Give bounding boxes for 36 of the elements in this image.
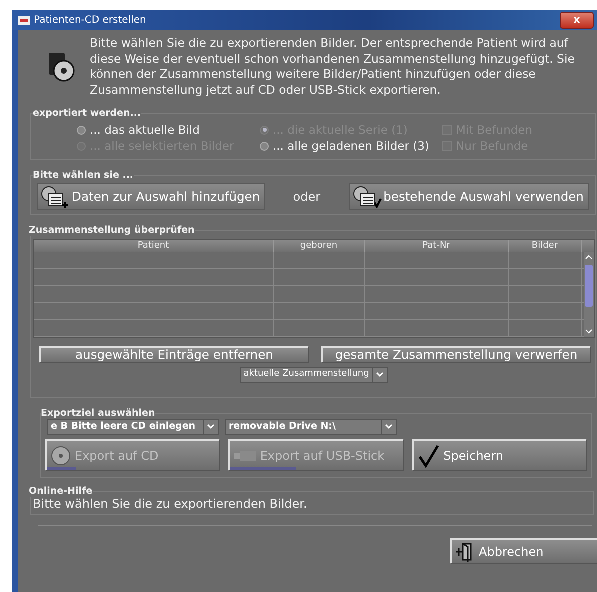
remove-entries-button[interactable]: ausgewählte Einträge entfernen	[39, 346, 309, 363]
group-title: exportiert werden...	[33, 108, 142, 119]
disc-list-add-icon	[40, 186, 70, 208]
intro-text: Bitte wählen Sie die zu exportierenden Bilder. Der entsprechende Patient wird auf diese Weise der eventuell schon vorhandenen Zusammenstellung hinzugefügt. Sie können der Zusammenstellung weitere Bilder/Patient hinzufügen oder diese Zusammenstellung jetzt auf CD oder USB-Stick exportieren.	[90, 36, 576, 98]
group-title: Zusammenstellung überprüfen	[29, 225, 195, 236]
door-exit-icon	[455, 542, 475, 562]
disc-export-icon	[48, 51, 76, 83]
checkmark-icon	[418, 444, 440, 468]
column-header[interactable]: Bilder	[509, 240, 582, 252]
window-title: Patienten-CD erstellen	[34, 14, 148, 26]
discard-button[interactable]: gesamte Zusammenstellung verwerfen	[321, 346, 591, 363]
column-header[interactable]: Patient	[34, 240, 274, 252]
group-title: Bitte wählen sie ...	[33, 170, 134, 181]
group-title: Online-Hilfe	[29, 486, 93, 497]
disc-list-check-icon	[352, 186, 382, 208]
column-header[interactable]: Pat-Nr	[365, 240, 509, 252]
disc-icon	[51, 446, 71, 466]
column-header[interactable]: geboren	[274, 240, 365, 252]
group-title: Exportziel auswählen	[41, 408, 156, 419]
scrollbar[interactable]	[584, 252, 594, 337]
cd-drive-dropdown[interactable]: e B Bitte leere CD einlegen	[47, 419, 219, 435]
usb-drive-dropdown[interactable]: removable Drive N:\	[225, 419, 397, 435]
view-dropdown[interactable]: aktuelle Zusammenstellung	[240, 367, 388, 383]
help-text: Bitte wählen Sie die zu exportierenden Bilder.	[33, 497, 308, 511]
option-label: ... alle geladenen Bilder (3)	[273, 139, 430, 153]
option-label: ... das aktuelle Bild	[90, 123, 200, 137]
save-button[interactable]: Speichern	[412, 439, 587, 471]
add-data-button[interactable]: Daten zur Auswahl hinzufügen	[37, 183, 266, 210]
or-label: oder	[293, 190, 321, 204]
radio-button[interactable]	[260, 142, 269, 150]
usb-stick-icon	[234, 450, 256, 460]
app-icon	[18, 16, 30, 24]
radio-button[interactable]	[77, 126, 86, 134]
cancel-button[interactable]: Abbrechen	[450, 538, 597, 564]
close-button[interactable]: x	[560, 12, 594, 28]
use-selection-button[interactable]: bestehende Auswahl verwenden	[348, 183, 589, 210]
